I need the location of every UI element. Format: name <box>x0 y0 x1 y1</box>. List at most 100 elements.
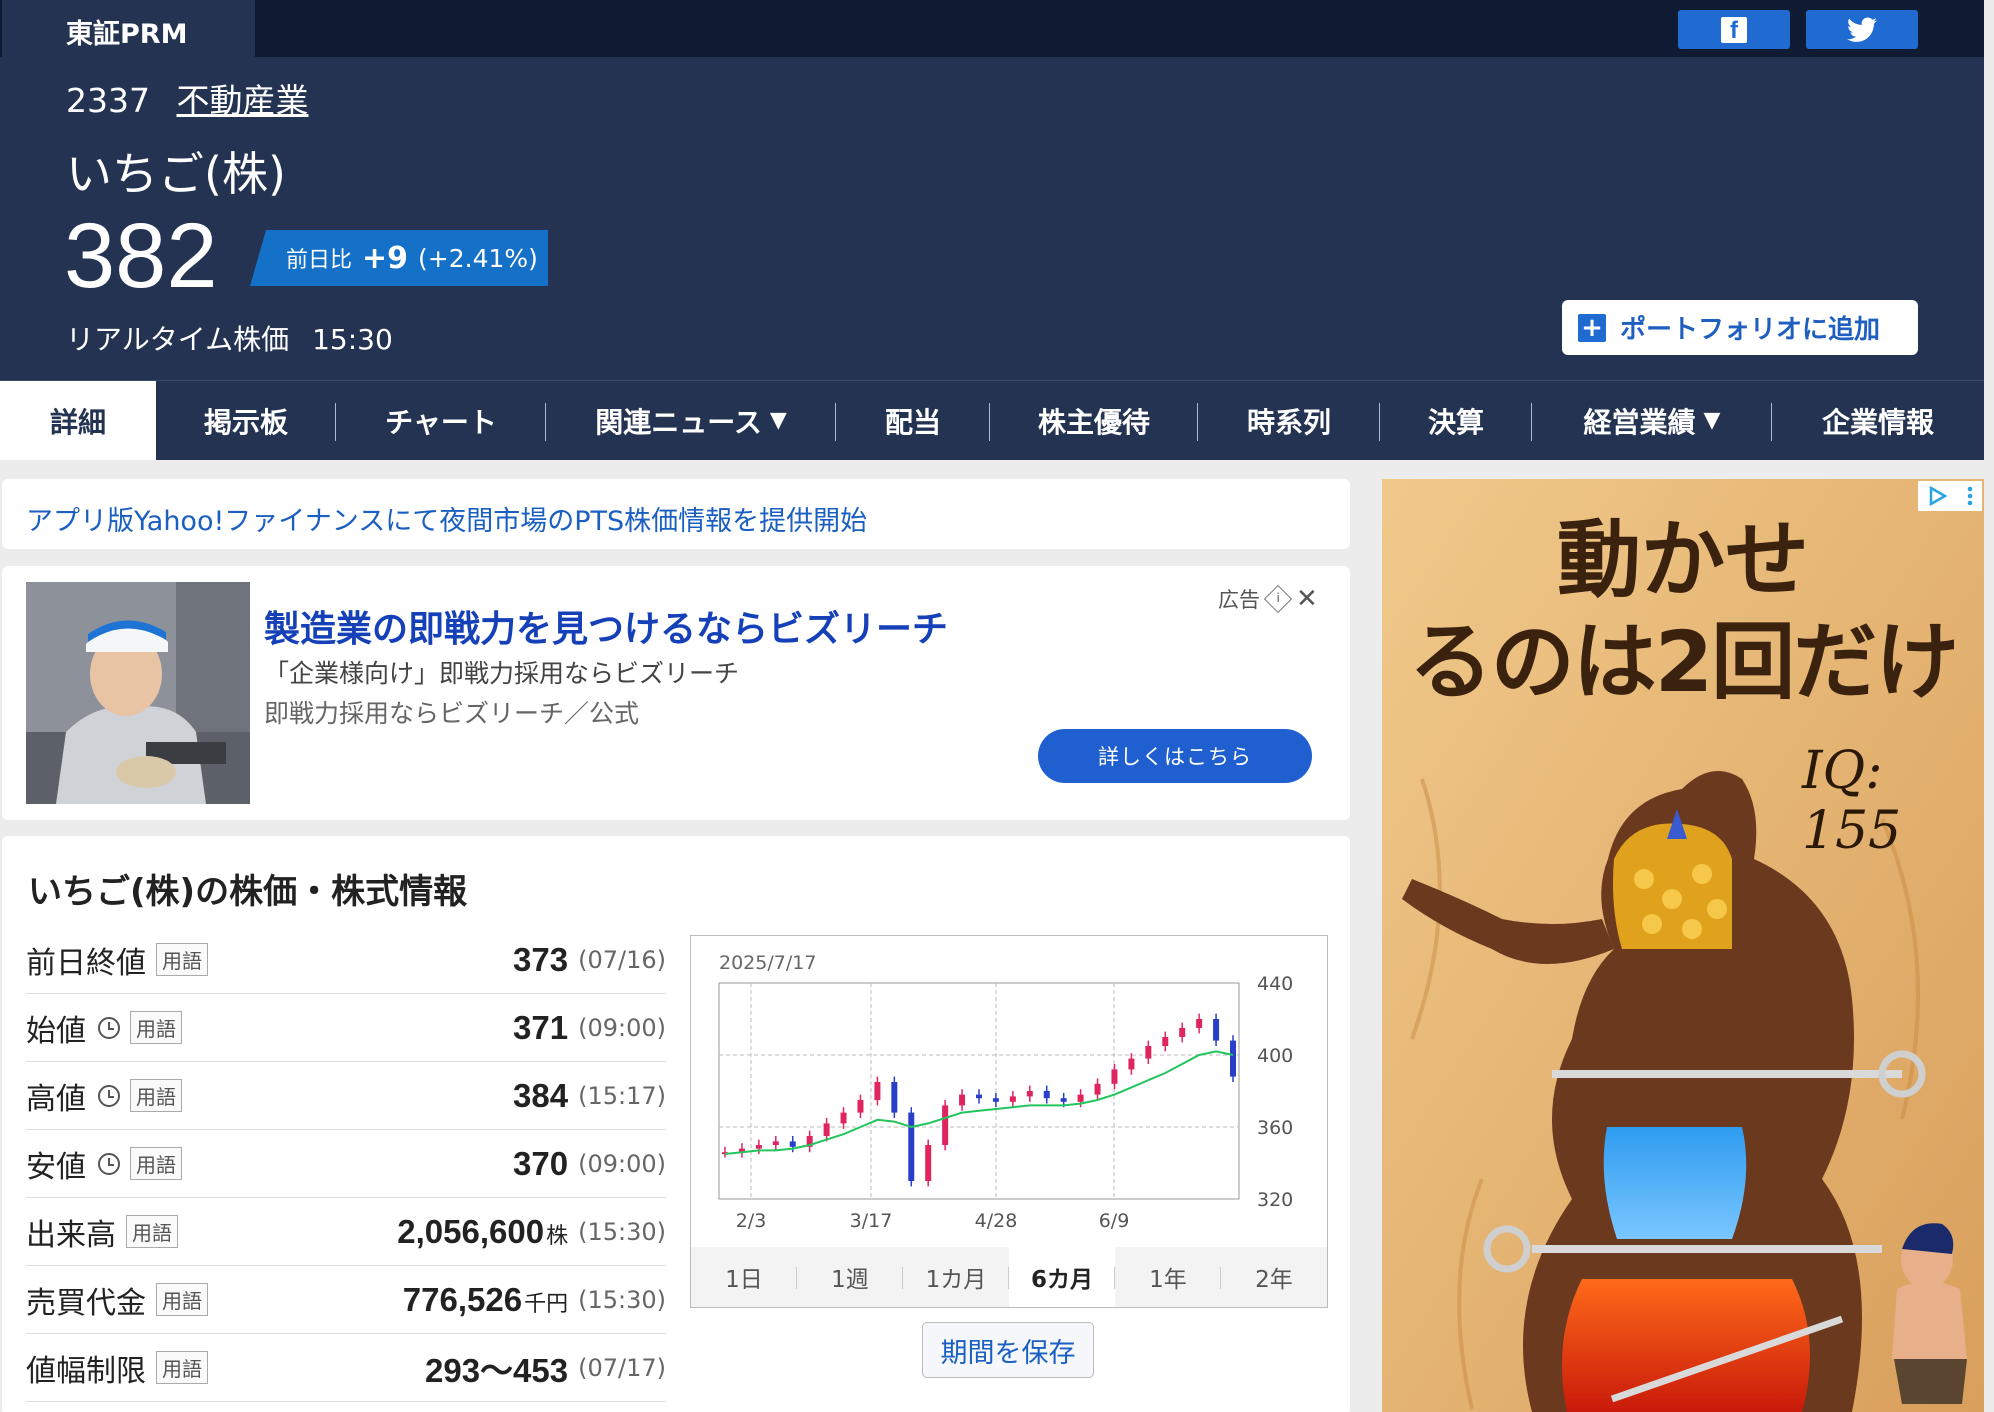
period-tab-label: 1日 <box>725 1267 763 1293</box>
pts-notice-link[interactable]: アプリ版Yahoo!ファイナンスにて夜間市場のPTS株価情報を提供開始 <box>26 499 867 538</box>
y-tick-label: 320 <box>1257 1189 1293 1211</box>
y-tick-label: 440 <box>1257 973 1293 995</box>
x-tick-label: 3/17 <box>850 1210 893 1232</box>
ad-title[interactable]: 製造業の即戦力を見つけるならビズリーチ <box>264 600 948 652</box>
candle-body <box>1128 1058 1135 1070</box>
industry-link[interactable]: 不動産業 <box>176 81 308 120</box>
stock-header: 東証PRM f 2337 不動産業 いちご(株) 382 前日比 +9 (+2.… <box>0 0 1984 380</box>
plus-icon: + <box>1578 313 1606 342</box>
nav-tab-9[interactable]: 企業情報 <box>1772 381 1984 460</box>
clock-icon[interactable] <box>98 1084 120 1107</box>
nav-tab-label: 企業情報 <box>1821 405 1934 439</box>
candle-body <box>840 1112 847 1124</box>
stock-info-row: 高値 用語 384 (15:17) <box>26 1062 666 1130</box>
facebook-share-button[interactable]: f <box>1678 10 1790 49</box>
term-link[interactable]: 用語 <box>156 943 208 976</box>
row-value-number: 776,526 <box>402 1280 523 1318</box>
twitter-share-button[interactable] <box>1806 10 1918 49</box>
candle-body <box>942 1105 949 1145</box>
period-tab-5[interactable]: 2年 <box>1221 1247 1327 1307</box>
ad-photo[interactable] <box>26 582 250 804</box>
term-link[interactable]: 用語 <box>156 1351 208 1384</box>
candle-body <box>789 1141 796 1147</box>
row-value: 371 <box>513 1009 568 1047</box>
nav-tab-3[interactable]: 関連ニュース ▼ <box>546 381 836 460</box>
candle-body <box>1026 1091 1033 1097</box>
ad-label-group: 広告 i ✕ <box>1218 584 1318 614</box>
ad-source: 即戦力採用ならビズリーチ／公式 <box>264 699 640 728</box>
side-ad-banner[interactable]: 動かせ るのは2回だけ IQ: 155 <box>1382 479 1984 1412</box>
period-tab-label: 6カ月 <box>1030 1267 1093 1293</box>
clock-icon[interactable] <box>98 1016 120 1039</box>
row-time: (15:17) <box>578 1081 666 1110</box>
nav-tab-1[interactable]: 掲示板 <box>156 381 336 460</box>
stock-info-row: 出来高 用語 2,056,600株 (15:30) <box>26 1198 666 1266</box>
candle-body <box>857 1100 864 1113</box>
ad-card[interactable]: 製造業の即戦力を見つけるならビズリーチ 「企業様向け」即戦力採用ならビズリーチ … <box>2 566 1350 820</box>
close-icon[interactable]: ✕ <box>1296 584 1318 614</box>
row-value: 373 <box>513 941 568 979</box>
row-unit: 株 <box>546 1222 569 1248</box>
clock-icon[interactable] <box>98 1152 120 1175</box>
stock-info-row: 安値 用語 370 (09:00) <box>26 1130 666 1198</box>
change-amount: +9 <box>362 240 409 276</box>
adchoices-icon[interactable] <box>1918 481 1982 511</box>
candle-body <box>992 1098 999 1102</box>
candle-body <box>1162 1037 1169 1046</box>
candle-body <box>959 1094 966 1106</box>
price-chart[interactable]: 440 400 360 320 2/3 3/17 4/28 6/9 2025/7/17 1日 1… <box>690 935 1328 1308</box>
save-period-button[interactable]: 期間を保存 <box>922 1322 1094 1378</box>
row-time: (07/17) <box>578 1353 666 1382</box>
row-value-number: 384 <box>513 1076 569 1114</box>
candle-body <box>1043 1091 1050 1099</box>
nav-tab-7[interactable]: 決算 <box>1380 381 1532 460</box>
row-label: 値幅制限 <box>26 1353 146 1389</box>
term-link[interactable]: 用語 <box>130 1147 182 1180</box>
term-link[interactable]: 用語 <box>126 1215 178 1248</box>
nav-tab-label: 詳細 <box>49 405 106 439</box>
period-tab-0[interactable]: 1日 <box>691 1247 797 1307</box>
nav-tab-0[interactable]: 詳細 <box>0 381 156 460</box>
market-tab: 東証PRM <box>2 0 255 57</box>
more-options-icon <box>1967 486 1972 506</box>
candle-body <box>925 1145 932 1181</box>
stock-code: 2337 <box>66 81 150 120</box>
notice-card: アプリ版Yahoo!ファイナンスにて夜間市場のPTS株価情報を提供開始 <box>2 479 1350 549</box>
row-unit: 千円 <box>524 1290 569 1316</box>
row-label: 出来高 <box>26 1217 116 1253</box>
term-link[interactable]: 用語 <box>130 1079 182 1112</box>
code-line: 2337 不動産業 <box>66 74 308 122</box>
period-tab-1[interactable]: 1週 <box>797 1247 903 1307</box>
candle-body <box>1145 1046 1152 1059</box>
candle-body <box>1111 1069 1118 1084</box>
ad-cta-button[interactable]: 詳しくはこちら <box>1038 729 1312 783</box>
nav-tab-6[interactable]: 時系列 <box>1198 381 1380 460</box>
period-tab-2[interactable]: 1カ月 <box>903 1247 1009 1307</box>
adchoices-triangle-icon <box>1929 485 1948 507</box>
nav-tab-5[interactable]: 株主優待 <box>990 381 1198 460</box>
y-tick-label: 360 <box>1257 1117 1293 1139</box>
period-tab-label: 1カ月 <box>925 1267 987 1293</box>
ad-info-icon[interactable]: i <box>1263 584 1293 614</box>
nav-tab-2[interactable]: チャート <box>336 381 546 460</box>
candle-body <box>1009 1096 1016 1102</box>
nav-tab-8[interactable]: 経営業績 ▼ <box>1532 381 1772 460</box>
row-time: (15:30) <box>578 1217 666 1246</box>
nav-tab-4[interactable]: 配当 <box>836 381 990 460</box>
candle-body <box>874 1082 881 1100</box>
term-link[interactable]: 用語 <box>130 1011 182 1044</box>
stock-info-row: 値幅制限 用語 293〜453 (07/17) <box>26 1334 666 1402</box>
period-tab-4[interactable]: 1年 <box>1115 1247 1221 1307</box>
row-value-number: 373 <box>513 940 569 978</box>
row-time: (09:00) <box>578 1149 666 1178</box>
twitter-icon <box>1847 17 1877 42</box>
row-time: (15:30) <box>578 1285 666 1314</box>
change-label: 前日比 <box>286 248 353 273</box>
add-to-portfolio-button[interactable]: + ポートフォリオに追加 <box>1562 300 1918 355</box>
period-tab-3[interactable]: 6カ月 <box>1009 1247 1115 1307</box>
price-change-badge: 前日比 +9 (+2.41%) <box>250 230 548 286</box>
candle-body <box>1077 1094 1084 1102</box>
candle-body <box>891 1082 898 1113</box>
term-link[interactable]: 用語 <box>156 1283 208 1316</box>
change-percent: (+2.41%) <box>418 243 538 273</box>
